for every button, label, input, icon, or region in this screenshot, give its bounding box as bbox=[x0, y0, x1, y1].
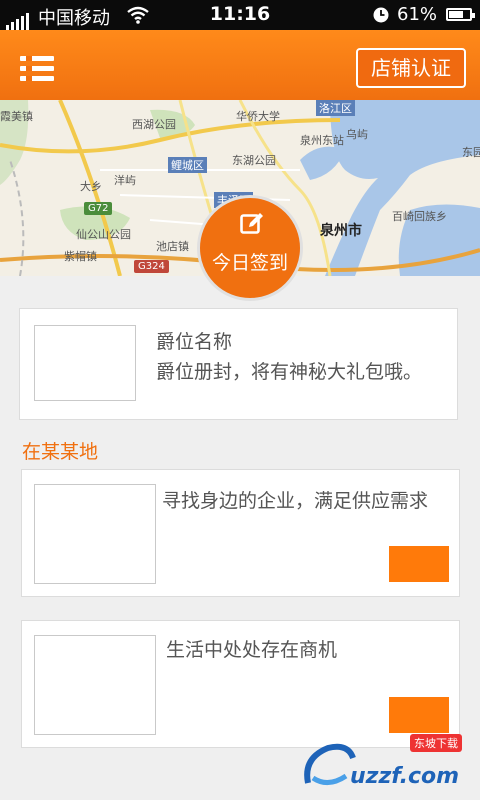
map-label: 霞美镇 bbox=[0, 110, 33, 123]
map-label: 华侨大学 bbox=[236, 110, 280, 123]
map-label: 西湖公园 bbox=[132, 118, 176, 131]
daily-checkin-button[interactable]: 今日签到 bbox=[197, 195, 303, 301]
map-label: 乌屿 bbox=[346, 128, 368, 141]
business-card-image bbox=[34, 635, 156, 735]
menu-icon[interactable] bbox=[20, 56, 54, 82]
map-label: 泉州东站 bbox=[300, 134, 344, 147]
top-header: 店铺认证 bbox=[0, 30, 480, 100]
map-label: 百崎回族乡 bbox=[392, 210, 447, 223]
daily-checkin-label: 今日签到 bbox=[211, 252, 288, 274]
map-label: 东湖公园 bbox=[232, 154, 276, 167]
watermark-badge: 东坡下载 bbox=[410, 734, 462, 752]
alarm-clock-icon bbox=[372, 6, 390, 29]
battery-percent: 61% bbox=[397, 4, 438, 25]
watermark-logo: 东坡下载 uzzf.com bbox=[298, 728, 480, 800]
map-label: 泉州市 bbox=[320, 223, 362, 239]
store-certification-button[interactable]: 店铺认证 bbox=[356, 48, 466, 88]
map-label: 大乡 bbox=[80, 180, 102, 193]
battery-icon bbox=[446, 8, 475, 21]
business-card-text: 生活中处处存在商机 bbox=[166, 639, 338, 661]
map-label: 东园 bbox=[462, 146, 480, 159]
business-card[interactable]: 寻找身边的企业，满足供应需求 bbox=[21, 469, 460, 597]
road-shield: G324 bbox=[134, 260, 169, 273]
status-bar: 中国移动 11:16 61% bbox=[0, 0, 480, 30]
map-label: 洋屿 bbox=[114, 174, 136, 187]
map-label: 池店镇 bbox=[156, 240, 189, 253]
map-label: 洛江区 bbox=[316, 100, 355, 116]
edit-icon bbox=[240, 213, 263, 234]
map-label: 紫帽镇 bbox=[64, 250, 97, 263]
map-label: 仙公山公园 bbox=[76, 228, 131, 241]
business-card-text: 寻找身边的企业，满足供应需求 bbox=[162, 490, 429, 512]
rank-card[interactable]: 爵位名称 爵位册封，将有神秘大礼包哦。 bbox=[19, 308, 458, 420]
road-shield: G72 bbox=[84, 202, 113, 215]
watermark-text: uzzf.com bbox=[350, 764, 460, 789]
rank-image bbox=[34, 325, 136, 401]
section-title-location: 在某某地 bbox=[22, 441, 99, 463]
business-card-image bbox=[34, 484, 156, 584]
rank-title: 爵位名称 bbox=[156, 331, 233, 353]
map-label: 鲤城区 bbox=[168, 157, 207, 173]
business-card-action-button[interactable] bbox=[389, 546, 449, 582]
rank-description: 爵位册封，将有神秘大礼包哦。 bbox=[156, 361, 423, 383]
